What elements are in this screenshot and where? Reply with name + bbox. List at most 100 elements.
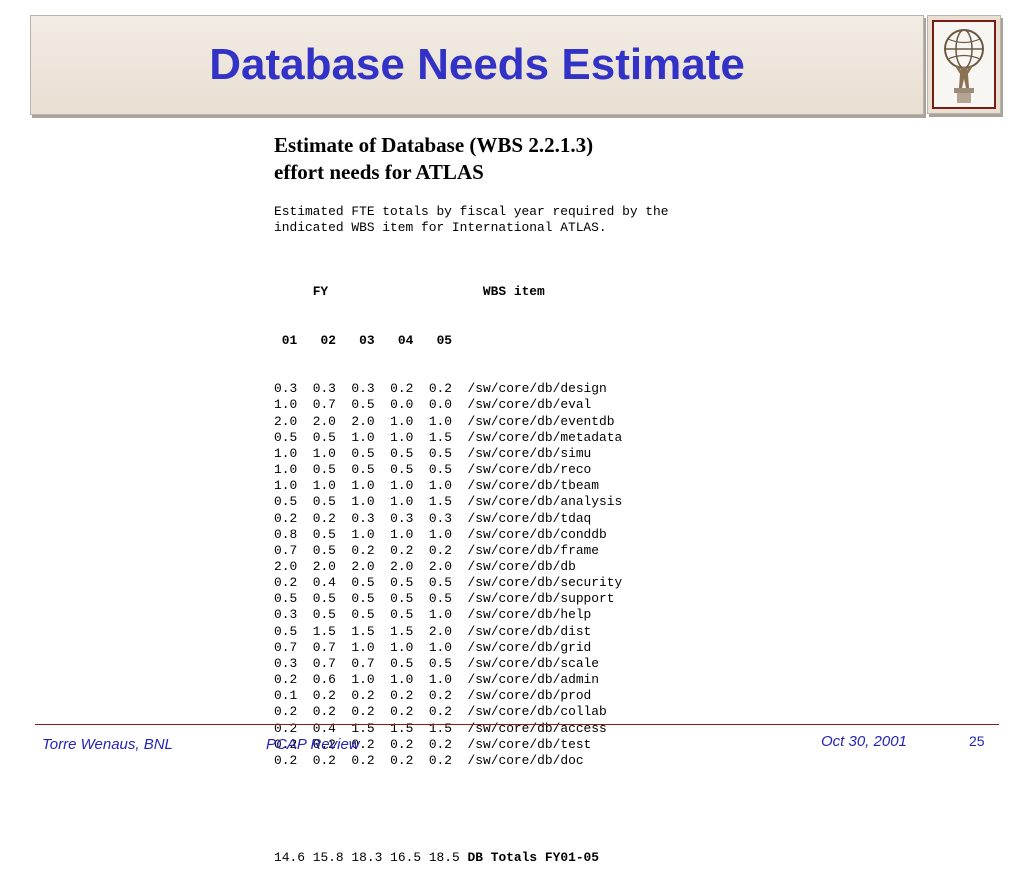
fte-value: 0.5 [274,591,298,607]
table-row: 1.0 1.0 0.5 0.5 0.5 /sw/core/db/simu [274,446,622,462]
fte-value: 0.3 [312,381,336,397]
fte-value: 0.5 [312,542,336,558]
table-row: 0.5 1.5 1.5 1.5 2.0 /sw/core/db/dist [274,624,622,640]
heading-line-1: Estimate of Database (WBS 2.2.1.3) [274,133,594,157]
fte-value: 0.2 [428,736,453,752]
footer-rule [35,724,999,725]
fte-value: 0.5 [428,655,453,671]
table-row: 0.1 0.2 0.2 0.2 0.2 /sw/core/db/prod [274,688,622,704]
fte-value: 1.0 [274,397,298,413]
total-value: 15.8 [312,849,344,865]
fte-value: 0.2 [274,704,298,720]
fte-value: 2.0 [312,413,336,429]
fte-value: 0.7 [351,655,375,671]
wbs-item: /sw/core/db/security [467,575,623,591]
fte-value: 1.0 [351,429,375,445]
fte-value: 1.0 [390,478,414,494]
logo-frame [927,15,1001,114]
fte-value: 0.2 [351,704,375,720]
table-row: 0.5 0.5 0.5 0.5 0.5 /sw/core/db/support [274,591,622,607]
fte-value: 0.7 [312,639,336,655]
table-spacer [274,801,622,817]
table-row: 1.0 1.0 1.0 1.0 1.0 /sw/core/db/tbeam [274,478,622,494]
table-row: 0.3 0.7 0.7 0.5 0.5 /sw/core/db/scale [274,656,622,672]
fte-value: 1.0 [312,478,336,494]
footer-event: PCAP Review [266,736,360,753]
fte-value: 0.2 [312,752,336,768]
fte-value: 0.2 [390,688,414,704]
fte-value: 0.5 [274,494,298,510]
wbs-item: /sw/core/db/metadata [467,429,623,445]
wbs-item: /sw/core/db/dist [467,623,592,639]
fte-value: 0.7 [274,542,298,558]
fte-value: 1.5 [428,494,453,510]
fte-value: 0.0 [390,397,414,413]
table-row: 0.8 0.5 1.0 1.0 1.0 /sw/core/db/conddb [274,527,622,543]
fte-value: 1.0 [351,494,375,510]
table-row: 0.5 0.5 1.0 1.0 1.5 /sw/core/db/metadata [274,430,622,446]
fte-value: 0.2 [390,752,414,768]
table-totals-row: 14.6 15.8 18.3 16.5 18.5 DB Totals FY01-… [274,850,622,866]
fte-value: 2.0 [390,558,414,574]
fte-value: 0.2 [312,510,336,526]
table-row: 0.3 0.5 0.5 0.5 1.0 /sw/core/db/help [274,607,622,623]
fte-value: 1.0 [274,445,298,461]
wbs-item: /sw/core/db/db [467,558,576,574]
title-band: Database Needs Estimate [30,15,924,115]
fte-value: 0.5 [312,429,336,445]
fte-value: 0.2 [274,752,298,768]
fte-value: 0.5 [312,526,336,542]
wbs-item: /sw/core/db/scale [467,655,600,671]
fte-value: 0.5 [274,623,298,639]
fte-value: 0.2 [351,688,375,704]
fte-value: 0.3 [390,510,414,526]
fte-value: 2.0 [274,558,298,574]
content-heading: Estimate of Database (WBS 2.2.1.3) effor… [274,132,794,186]
page-title: Database Needs Estimate [209,40,745,89]
fte-value: 0.5 [351,445,375,461]
wbs-item: /sw/core/db/design [467,381,607,397]
fte-value: 1.0 [428,672,453,688]
fte-value: 0.5 [351,397,375,413]
table-row: 0.2 0.4 0.5 0.5 0.5 /sw/core/db/security [274,575,622,591]
fte-value: 1.0 [428,639,453,655]
table-row: 1.0 0.7 0.5 0.0 0.0 /sw/core/db/eval [274,397,622,413]
fte-value: 0.6 [312,672,336,688]
wbs-item: /sw/core/db/simu [467,445,592,461]
fte-value: 0.7 [312,655,336,671]
fte-value: 1.0 [428,413,453,429]
fte-value: 1.0 [390,526,414,542]
fte-value: 0.2 [390,542,414,558]
fte-value: 1.0 [351,526,375,542]
wbs-item: /sw/core/db/grid [467,639,592,655]
fte-value: 0.5 [351,575,375,591]
wbs-item: /sw/core/db/frame [467,542,600,558]
total-value: 18.5 [428,849,460,865]
table-row: 0.2 0.2 0.3 0.3 0.3 /sw/core/db/tdaq [274,511,622,527]
fte-value: 0.5 [428,445,453,461]
description-line-1: Estimated FTE totals by fiscal year requ… [274,204,669,219]
fte-value: 0.5 [390,607,414,623]
fte-value: 0.2 [428,752,453,768]
wbs-item: /sw/core/db/doc [467,752,584,768]
table-row: 0.2 0.2 0.2 0.2 0.2 /sw/core/db/collab [274,704,622,720]
fte-value: 2.0 [428,558,453,574]
fte-value: 1.0 [390,639,414,655]
table-row: 0.2 0.6 1.0 1.0 1.0 /sw/core/db/admin [274,672,622,688]
fte-value: 1.5 [351,720,375,736]
table-row: 1.0 0.5 0.5 0.5 0.5 /sw/core/db/reco [274,462,622,478]
fte-value: 1.0 [390,413,414,429]
fte-value: 0.2 [312,704,336,720]
wbs-item: /sw/core/db/tbeam [467,478,600,494]
fte-value: 0.2 [351,542,375,558]
fte-value: 0.3 [351,381,375,397]
fte-value: 0.2 [428,704,453,720]
table-row: 0.2 0.4 1.5 1.5 1.5 /sw/core/db/access [274,721,622,737]
fte-value: 1.0 [351,639,375,655]
table-row: 2.0 2.0 2.0 1.0 1.0 /sw/core/db/eventdb [274,414,622,430]
fte-value: 1.5 [351,623,375,639]
fte-value: 1.5 [428,720,453,736]
fte-value: 0.4 [312,720,336,736]
fte-value: 0.5 [390,591,414,607]
fte-value: 0.8 [274,526,298,542]
